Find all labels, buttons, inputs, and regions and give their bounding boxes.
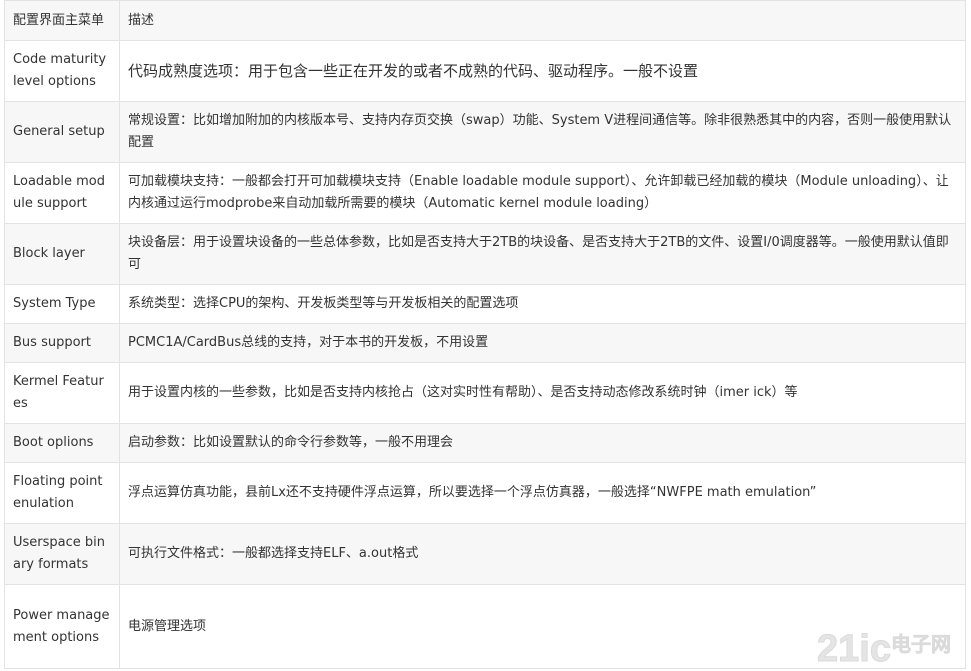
menu-cell: General setup <box>4 101 120 163</box>
menu-cell: Userspace binary formats <box>4 523 120 585</box>
header-menu-cell: 配置界面主菜单 <box>4 0 120 41</box>
desc-cell: 用于设置内核的一些参数，比如是否支持内核抢占（这对实时性有帮助）、是否支持动态修… <box>119 362 966 424</box>
desc-cell: 启动参数：比如设置默认的命令行参数等，一般不用理会 <box>119 423 966 463</box>
table-row: Code maturity level options 代码成熟度选项：用于包含… <box>4 40 966 102</box>
site-watermark-logo: 21ic 电子网 <box>817 628 952 670</box>
menu-cell: Power management options <box>4 584 120 669</box>
menu-cell: Floating point enulation <box>4 462 120 524</box>
table-row: Boot oplions 启动参数：比如设置默认的命令行参数等，一般不用理会 <box>4 423 966 463</box>
table-row: System Type 系统类型：选择CPU的架构、开发板类型等与开发板相关的配… <box>4 284 966 324</box>
desc-cell: 可加载模块支持：一般都会打开可加载模块支持（Enable loadable mo… <box>119 162 966 224</box>
menu-cell: System Type <box>4 284 120 324</box>
table-row: Loadable module support 可加载模块支持：一般都会打开可加… <box>4 162 966 224</box>
watermark-logo-text: 21ic <box>817 628 891 669</box>
desc-cell: 可执行文件格式：一般都选择支持ELF、a.out格式 <box>119 523 966 585</box>
config-menu-table: 配置界面主菜单 描述 Code maturity level options 代… <box>4 0 966 669</box>
desc-cell: 块设备层：用于设置块设备的一些总体参数，比如是否支持大于2TB的块设备、是否支持… <box>119 223 966 285</box>
menu-cell: Kermel Features <box>4 362 120 424</box>
table-row: Bus support PCMC1A/CardBus总线的支持，对于本书的开发板… <box>4 323 966 363</box>
table-row: Block layer 块设备层：用于设置块设备的一些总体参数，比如是否支持大于… <box>4 223 966 285</box>
table-header-row: 配置界面主菜单 描述 <box>4 0 966 41</box>
desc-cell: 常规设置：比如增加附加的内核版本号、支持内存页交换（swap）功能、System… <box>119 101 966 163</box>
watermark-site-text: 电子网 <box>891 632 951 656</box>
desc-cell: 系统类型：选择CPU的架构、开发板类型等与开发板相关的配置选项 <box>119 284 966 324</box>
menu-cell: Code maturity level options <box>4 40 120 102</box>
table-row: Floating point enulation 浮点运算仿真功能，县前Lx还不… <box>4 462 966 524</box>
desc-cell: PCMC1A/CardBus总线的支持，对于本书的开发板，不用设置 <box>119 323 966 363</box>
menu-cell: Bus support <box>4 323 120 363</box>
desc-cell: 浮点运算仿真功能，县前Lx还不支持硬件浮点运算，所以要选择一个浮点仿真器，一般选… <box>119 462 966 524</box>
table-row: Kermel Features 用于设置内核的一些参数，比如是否支持内核抢占（这… <box>4 362 966 424</box>
desc-cell: 代码成熟度选项：用于包含一些正在开发的或者不成熟的代码、驱动程序。一般不设置 <box>119 40 966 102</box>
header-desc-cell: 描述 <box>119 0 966 41</box>
table-row: General setup 常规设置：比如增加附加的内核版本号、支持内存页交换（… <box>4 101 966 163</box>
menu-cell: Boot oplions <box>4 423 120 463</box>
menu-cell: Loadable module support <box>4 162 120 224</box>
table-row: Userspace binary formats 可执行文件格式：一般都选择支持… <box>4 523 966 585</box>
menu-cell: Block layer <box>4 223 120 285</box>
